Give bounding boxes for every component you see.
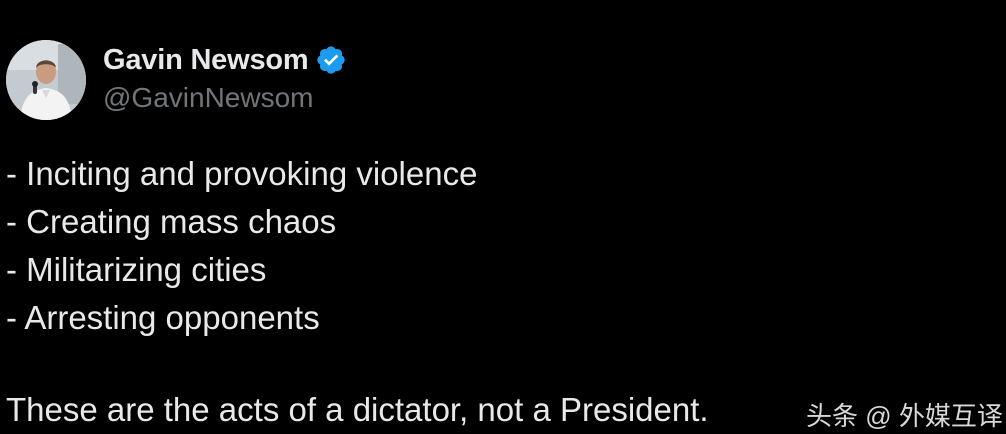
avatar[interactable]	[6, 40, 86, 120]
tweet-text: - Inciting and provoking violence - Crea…	[6, 150, 709, 434]
author-block: Gavin Newsom @GavinNewsom	[103, 40, 347, 114]
tweet-closing-line: These are the acts of a dictator, not a …	[6, 391, 709, 428]
user-handle[interactable]: @GavinNewsom	[103, 82, 347, 114]
tweet-line: - Inciting and provoking violence	[6, 155, 478, 192]
avatar-photo	[6, 40, 86, 120]
display-name[interactable]: Gavin Newsom	[103, 44, 309, 77]
name-row: Gavin Newsom	[103, 40, 347, 80]
tweet-line: - Arresting opponents	[6, 299, 320, 336]
watermark: 头条 @ 外媒互译	[806, 401, 1003, 431]
verified-badge-icon	[315, 44, 347, 76]
tweet-line: - Creating mass chaos	[6, 203, 337, 240]
line-spacer	[6, 342, 709, 386]
tweet-line: - Militarizing cities	[6, 251, 267, 288]
tweet: Gavin Newsom @GavinNewsom - Inciting and…	[0, 0, 1006, 431]
